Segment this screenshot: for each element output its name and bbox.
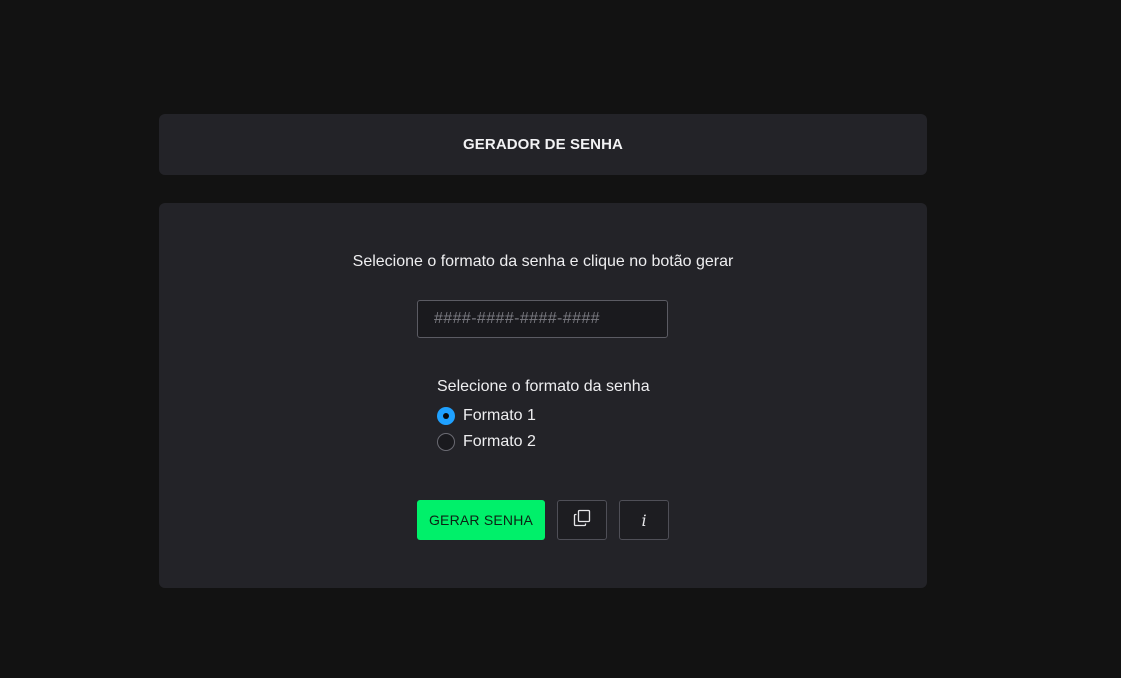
copy-icon <box>573 509 591 532</box>
password-output-field[interactable] <box>417 300 668 338</box>
info-button[interactable]: i <box>619 500 669 540</box>
info-icon: i <box>641 510 647 530</box>
generator-panel: Selecione o formato da senha e clique no… <box>159 203 927 588</box>
page-title: GERADOR DE SENHA <box>463 136 623 153</box>
radio-button-unchecked[interactable] <box>437 433 455 451</box>
radio-button-checked[interactable] <box>437 407 455 425</box>
radio-option-formato-1[interactable]: Formato 1 <box>437 407 536 425</box>
radio-label: Formato 2 <box>463 433 536 450</box>
radio-option-formato-2[interactable]: Formato 2 <box>437 433 536 451</box>
instruction-text: Selecione o formato da senha e clique no… <box>352 253 734 270</box>
header-card: GERADOR DE SENHA <box>159 114 927 175</box>
copy-button[interactable] <box>557 500 607 540</box>
radio-label: Formato 1 <box>463 407 536 424</box>
generate-password-button[interactable]: GERAR SENHA <box>417 500 545 540</box>
format-label: Selecione o formato da senha <box>437 378 650 395</box>
